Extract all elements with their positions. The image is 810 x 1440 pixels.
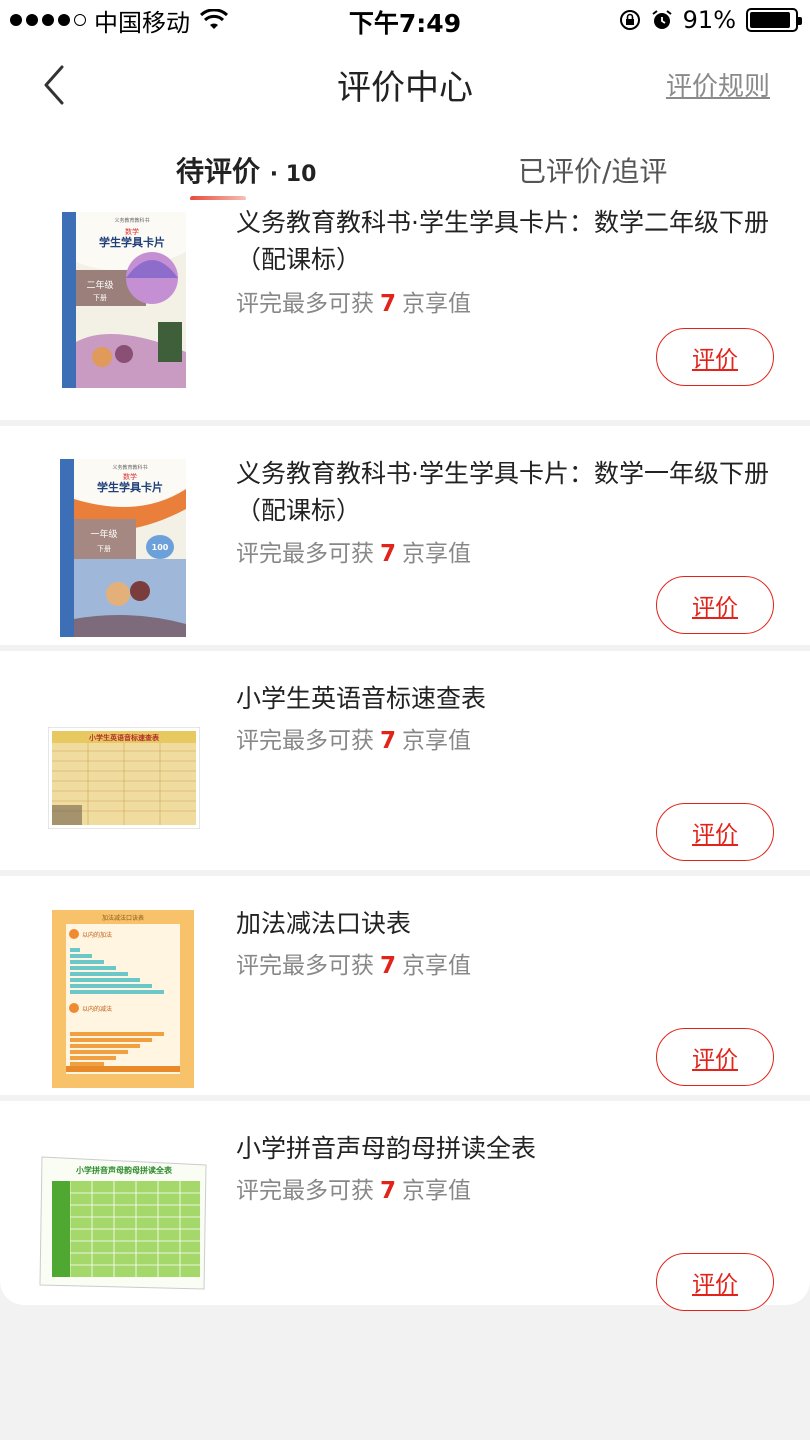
thumb-sub-text: 以内的减法 [82, 1005, 112, 1013]
nav-bar: 评价中心 评价规则 [0, 40, 810, 130]
review-rules-link[interactable]: 评价规则 [666, 66, 770, 103]
reward-value: 7 [380, 728, 397, 754]
thumb-title-text: 小学拼音声母韵母拼读全表 [75, 1165, 173, 1175]
thumb-add-text: 以内的加法 [82, 931, 112, 939]
status-right: 91% [619, 6, 802, 34]
product-title[interactable]: 加法减法口诀表 [236, 905, 776, 942]
product-image[interactable]: 小学生英语音标速查表 [48, 727, 200, 829]
review-button[interactable]: 评价 [656, 328, 774, 386]
product-reward: 评完最多可获 7 京享值 [236, 946, 471, 980]
product-title[interactable]: 小学生英语音标速查表 [236, 680, 776, 717]
list-item: 小学拼音声母韵母拼读全表 小学拼音声母韵母拼读全表 评完最多可获 7 京享值 评价 [0, 1101, 810, 1311]
product-image[interactable]: 小学拼音声母韵母拼读全表 [38, 1151, 210, 1293]
thumb-grade-text: 二年级 [86, 279, 113, 291]
review-button[interactable]: 评价 [656, 576, 774, 634]
reward-value: 7 [380, 953, 397, 979]
thumb-title-text: 小学生英语音标速查表 [88, 733, 160, 742]
reward-suffix: 京享值 [402, 953, 472, 979]
product-image[interactable]: 义务教育教科书 数学 学生学具卡片 二年级 下册 [62, 212, 186, 388]
product-reward: 评完最多可获 7 京享值 [236, 1171, 471, 1205]
reward-prefix: 评完最多可获 [236, 728, 374, 754]
product-title[interactable]: 小学拼音声母韵母拼读全表 [236, 1130, 776, 1167]
tab-pending-label: 待评价 [176, 155, 261, 188]
reward-suffix: 京享值 [402, 1178, 472, 1204]
reward-value: 7 [380, 291, 397, 317]
alarm-icon [652, 10, 672, 29]
list-item: 义务教育教科书 数学 学生学具卡片 一年级 下册 100 义务教育教科书·学生学… [0, 426, 810, 645]
thumb-series-text: 义务教育教科书 [112, 464, 147, 471]
list-item: 义务教育教科书 数学 学生学具卡片 二年级 下册 义务教育教科书·学生学具卡片：… [0, 200, 810, 420]
review-button[interactable]: 评价 [656, 1028, 774, 1086]
rotation-lock-icon [619, 10, 640, 30]
reward-value: 7 [380, 541, 397, 567]
battery-level [750, 12, 791, 28]
product-image[interactable]: 义务教育教科书 数学 学生学具卡片 一年级 下册 100 [60, 459, 186, 637]
reward-prefix: 评完最多可获 [236, 1178, 374, 1204]
reward-suffix: 京享值 [402, 541, 472, 567]
tab-reviewed[interactable]: 已评价/追评 [518, 150, 667, 190]
review-button[interactable]: 评价 [656, 1253, 774, 1311]
thumb-subject-text: 数学 [123, 472, 137, 481]
thumb-volume-text: 下册 [97, 545, 111, 553]
tab-pending-count: · 10 [269, 162, 317, 187]
thumb-badge-text: 100 [152, 543, 169, 552]
reward-suffix: 京享值 [402, 728, 472, 754]
list-item: 加法减法口诀表 以内的加法 以内的减法 加法减法口诀表 评完最多可获 7 京享值… [0, 876, 810, 1095]
thumb-series-text: 义务教育教科书 [114, 217, 149, 224]
thumb-subject-text: 数学 [125, 227, 139, 236]
product-reward: 评完最多可获 7 京享值 [236, 284, 471, 318]
thumb-title-text: 加法减法口诀表 [102, 914, 144, 922]
thumb-title-text: 学生学具卡片 [97, 480, 163, 494]
tab-bar: 待评价 · 10 已评价/追评 [0, 130, 810, 206]
review-button[interactable]: 评价 [656, 803, 774, 861]
product-title[interactable]: 义务教育教科书·学生学具卡片：数学二年级下册（配课标） [236, 204, 776, 278]
product-reward: 评完最多可获 7 京享值 [236, 534, 471, 568]
product-reward: 评完最多可获 7 京享值 [236, 721, 471, 755]
reward-value: 7 [380, 1178, 397, 1204]
reward-prefix: 评完最多可获 [236, 291, 374, 317]
thumb-grade-text: 一年级 [90, 528, 117, 540]
list-item: 小学生英语音标速查表 小学生英语音标速查表 评完最多可获 7 京享值 评价 [0, 651, 810, 870]
reward-prefix: 评完最多可获 [236, 541, 374, 567]
status-bar: 中国移动 下午7:49 91% [0, 0, 810, 40]
tab-pending-review[interactable]: 待评价 · 10 [176, 150, 316, 190]
thumb-volume-text: 下册 [93, 294, 107, 302]
battery-icon [746, 8, 802, 32]
product-list: 义务教育教科书 数学 学生学具卡片 二年级 下册 义务教育教科书·学生学具卡片：… [0, 200, 810, 1311]
reward-suffix: 京享值 [402, 291, 472, 317]
product-image[interactable]: 加法减法口诀表 以内的加法 以内的减法 [52, 910, 194, 1088]
reward-prefix: 评完最多可获 [236, 953, 374, 979]
battery-percent: 91% [682, 6, 736, 34]
thumb-title-text: 学生学具卡片 [99, 235, 165, 249]
product-title[interactable]: 义务教育教科书·学生学具卡片：数学一年级下册 （配课标） [236, 455, 776, 529]
